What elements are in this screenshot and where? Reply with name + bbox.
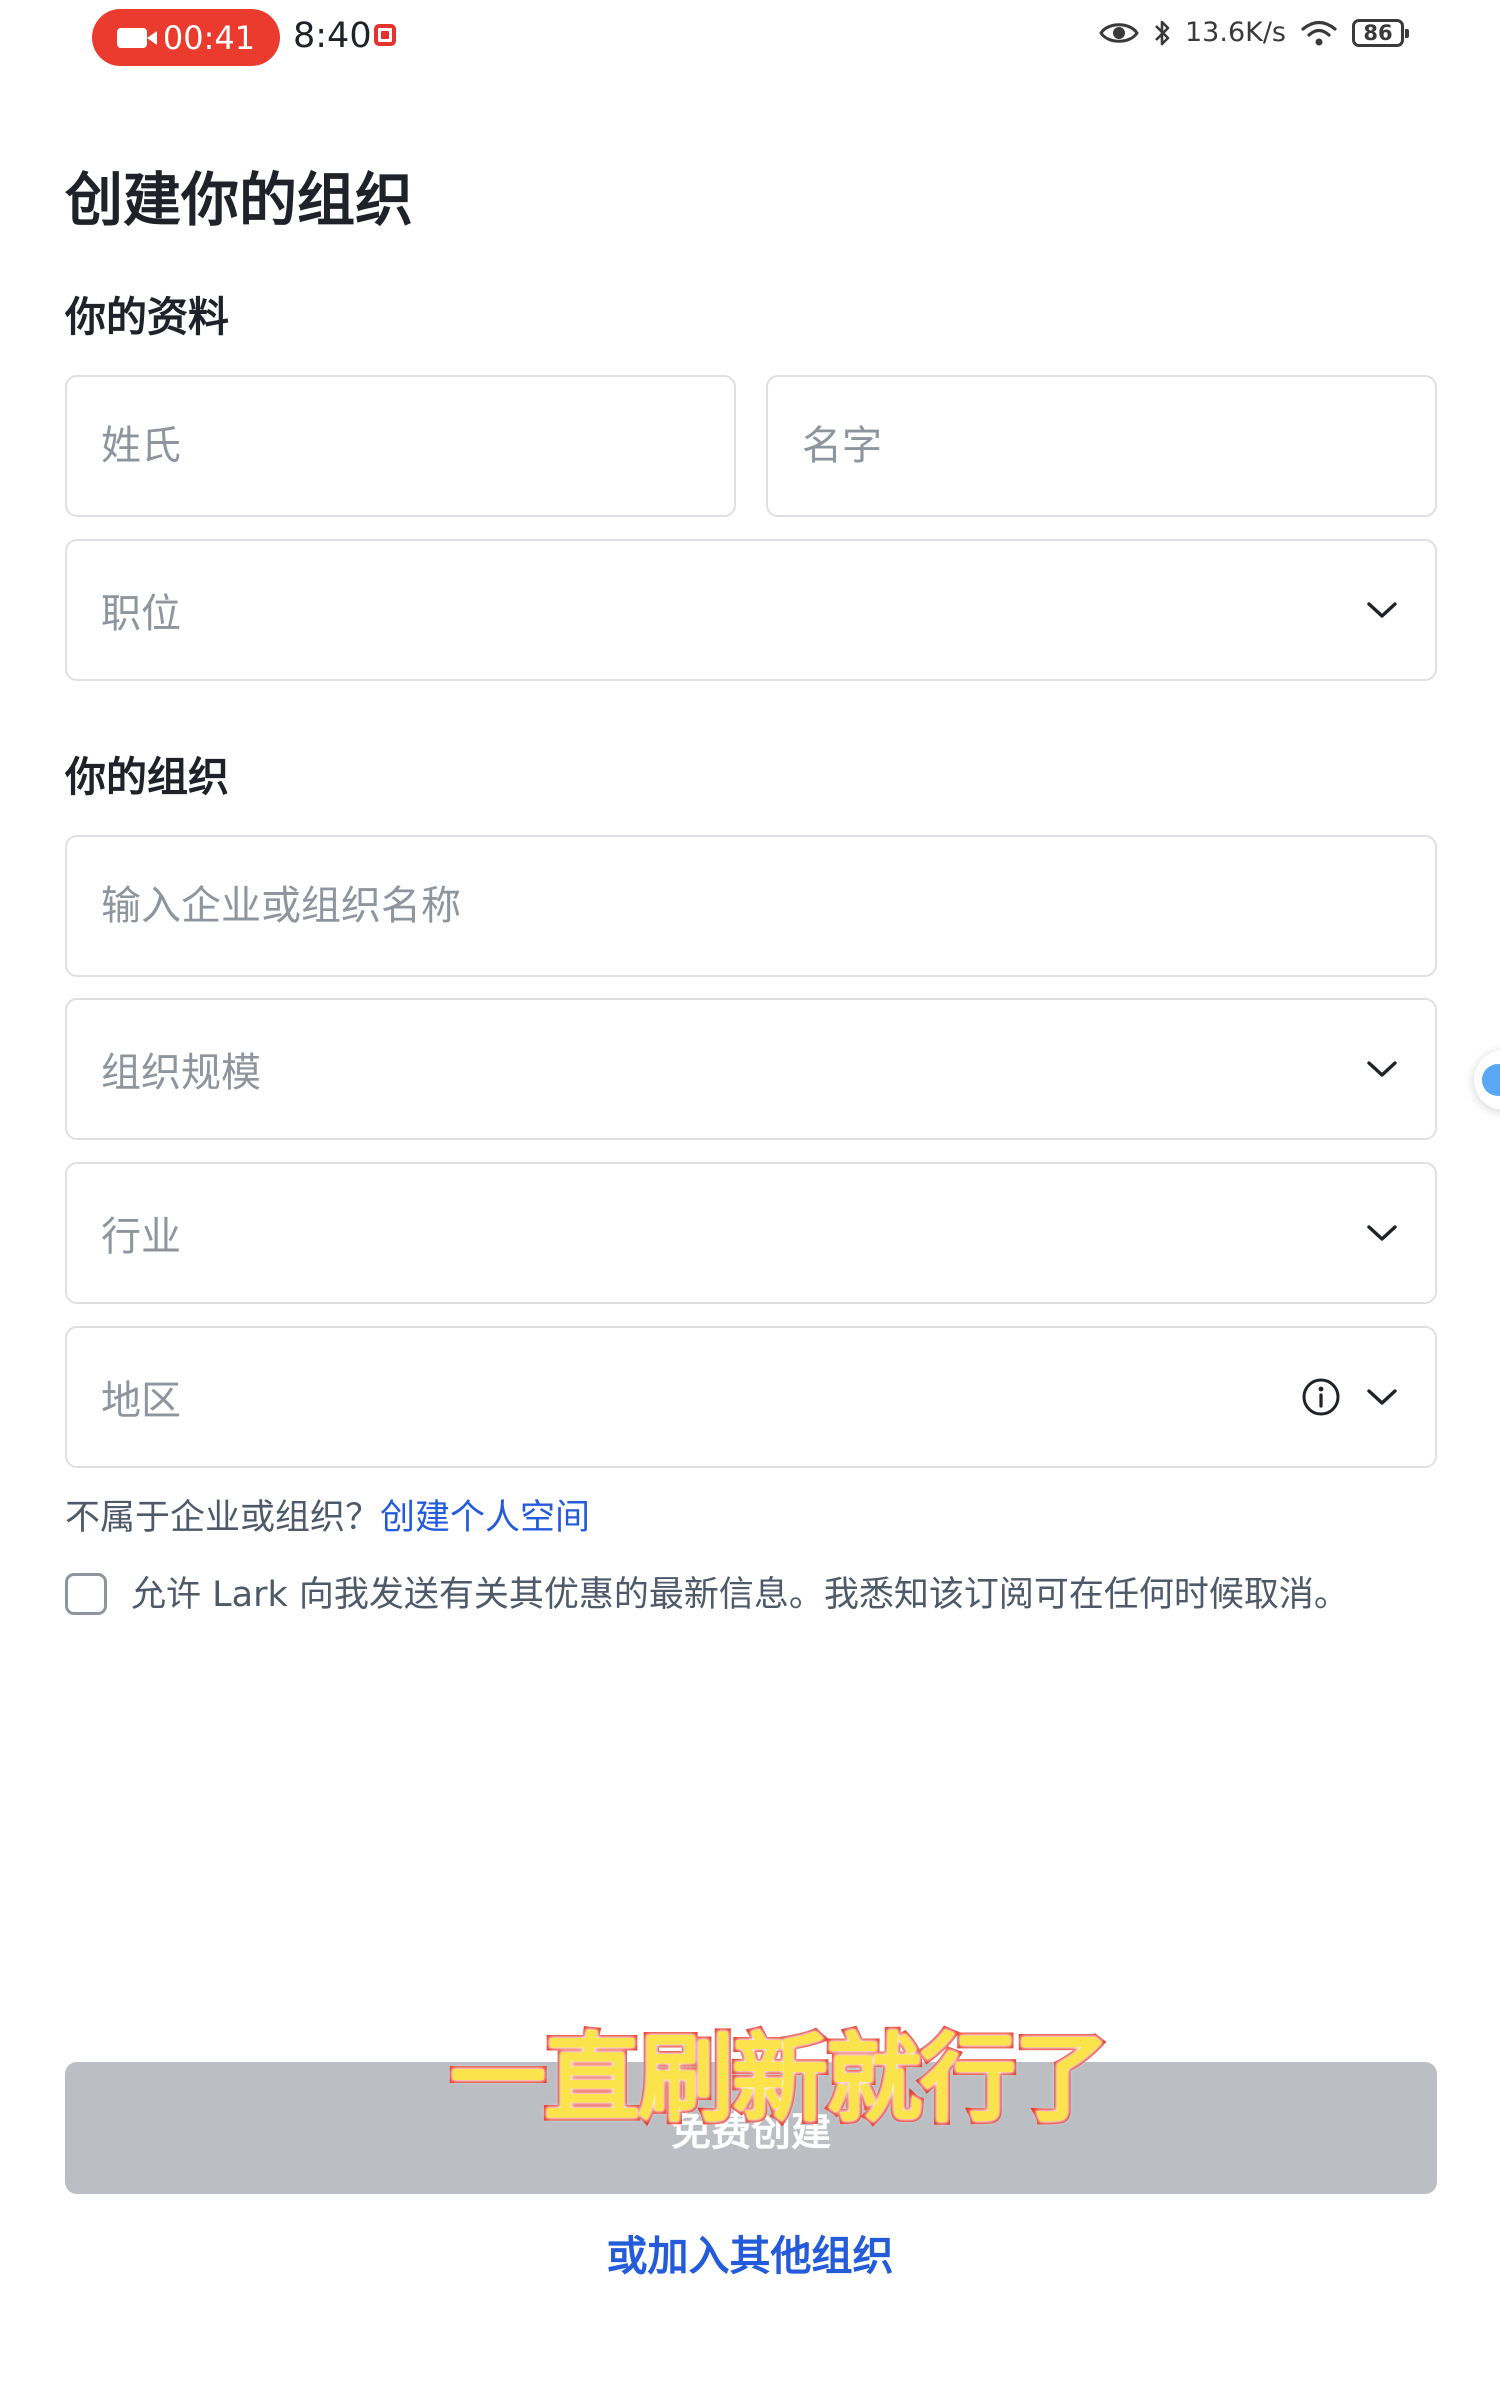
given-name-input[interactable]	[802, 423, 1399, 469]
wifi-icon	[1301, 20, 1337, 45]
eye-icon	[1099, 22, 1139, 43]
bluetooth-icon	[1155, 20, 1170, 45]
record-stop-icon	[374, 24, 396, 46]
chevron-down-icon	[1367, 602, 1397, 618]
industry-select[interactable]: 行业	[65, 1162, 1437, 1304]
battery-icon: 86	[1352, 18, 1409, 47]
organization-size-placeholder: 组织规模	[101, 1050, 261, 1096]
region-placeholder: 地区	[101, 1378, 181, 1424]
join-other-organization-link[interactable]: 或加入其他组织	[0, 2226, 1500, 2286]
create-free-button[interactable]: 免费创建	[65, 2062, 1437, 2194]
status-bar: 00:41 8:40 13.6K/s 86	[0, 0, 1500, 76]
network-speed: 13.6K/s	[1185, 17, 1286, 48]
marketing-consent[interactable]: 允许 Lark 向我发送有关其优惠的最新信息。我悉知该订阅可在任何时候取消。	[65, 1565, 1437, 1625]
surname-field[interactable]	[65, 375, 736, 517]
marketing-consent-checkbox[interactable]	[65, 1573, 107, 1615]
organization-name-input[interactable]	[101, 883, 1399, 929]
personal-space-question: 不属于企业或组织？	[65, 1498, 381, 1538]
status-clock: 8:40	[293, 16, 372, 56]
chevron-down-icon	[1367, 1389, 1397, 1405]
chevron-down-icon	[1367, 1225, 1397, 1241]
marketing-consent-text: 允许 Lark 向我发送有关其优惠的最新信息。我悉知该订阅可在任何时候取消。	[131, 1575, 1349, 1615]
industry-placeholder: 行业	[101, 1214, 181, 1260]
position-select[interactable]: 职位	[65, 539, 1437, 681]
floating-assistant-bubble[interactable]	[1474, 1050, 1500, 1110]
surname-input[interactable]	[101, 423, 698, 469]
info-icon[interactable]	[1301, 1377, 1341, 1417]
recording-time: 00:41	[162, 18, 256, 57]
given-name-field[interactable]	[766, 375, 1437, 517]
personal-space-prompt: 不属于企业或组织？创建个人空间	[65, 1492, 590, 1544]
organization-name-field[interactable]	[65, 835, 1437, 977]
page-title: 创建你的组织	[65, 166, 414, 234]
position-placeholder: 职位	[101, 591, 181, 637]
screen-recording-indicator[interactable]: 00:41	[92, 9, 280, 66]
create-personal-space-link[interactable]: 创建个人空间	[380, 1498, 590, 1538]
region-select[interactable]: 地区	[65, 1326, 1437, 1468]
status-icons: 13.6K/s 86	[1099, 17, 1409, 48]
video-camera-icon	[116, 27, 147, 48]
battery-level: 86	[1363, 20, 1393, 45]
section-label-profile: 你的资料	[65, 293, 229, 341]
organization-size-select[interactable]: 组织规模	[65, 998, 1437, 1140]
chevron-down-icon	[1367, 1061, 1397, 1077]
section-label-organization: 你的组织	[65, 753, 229, 801]
